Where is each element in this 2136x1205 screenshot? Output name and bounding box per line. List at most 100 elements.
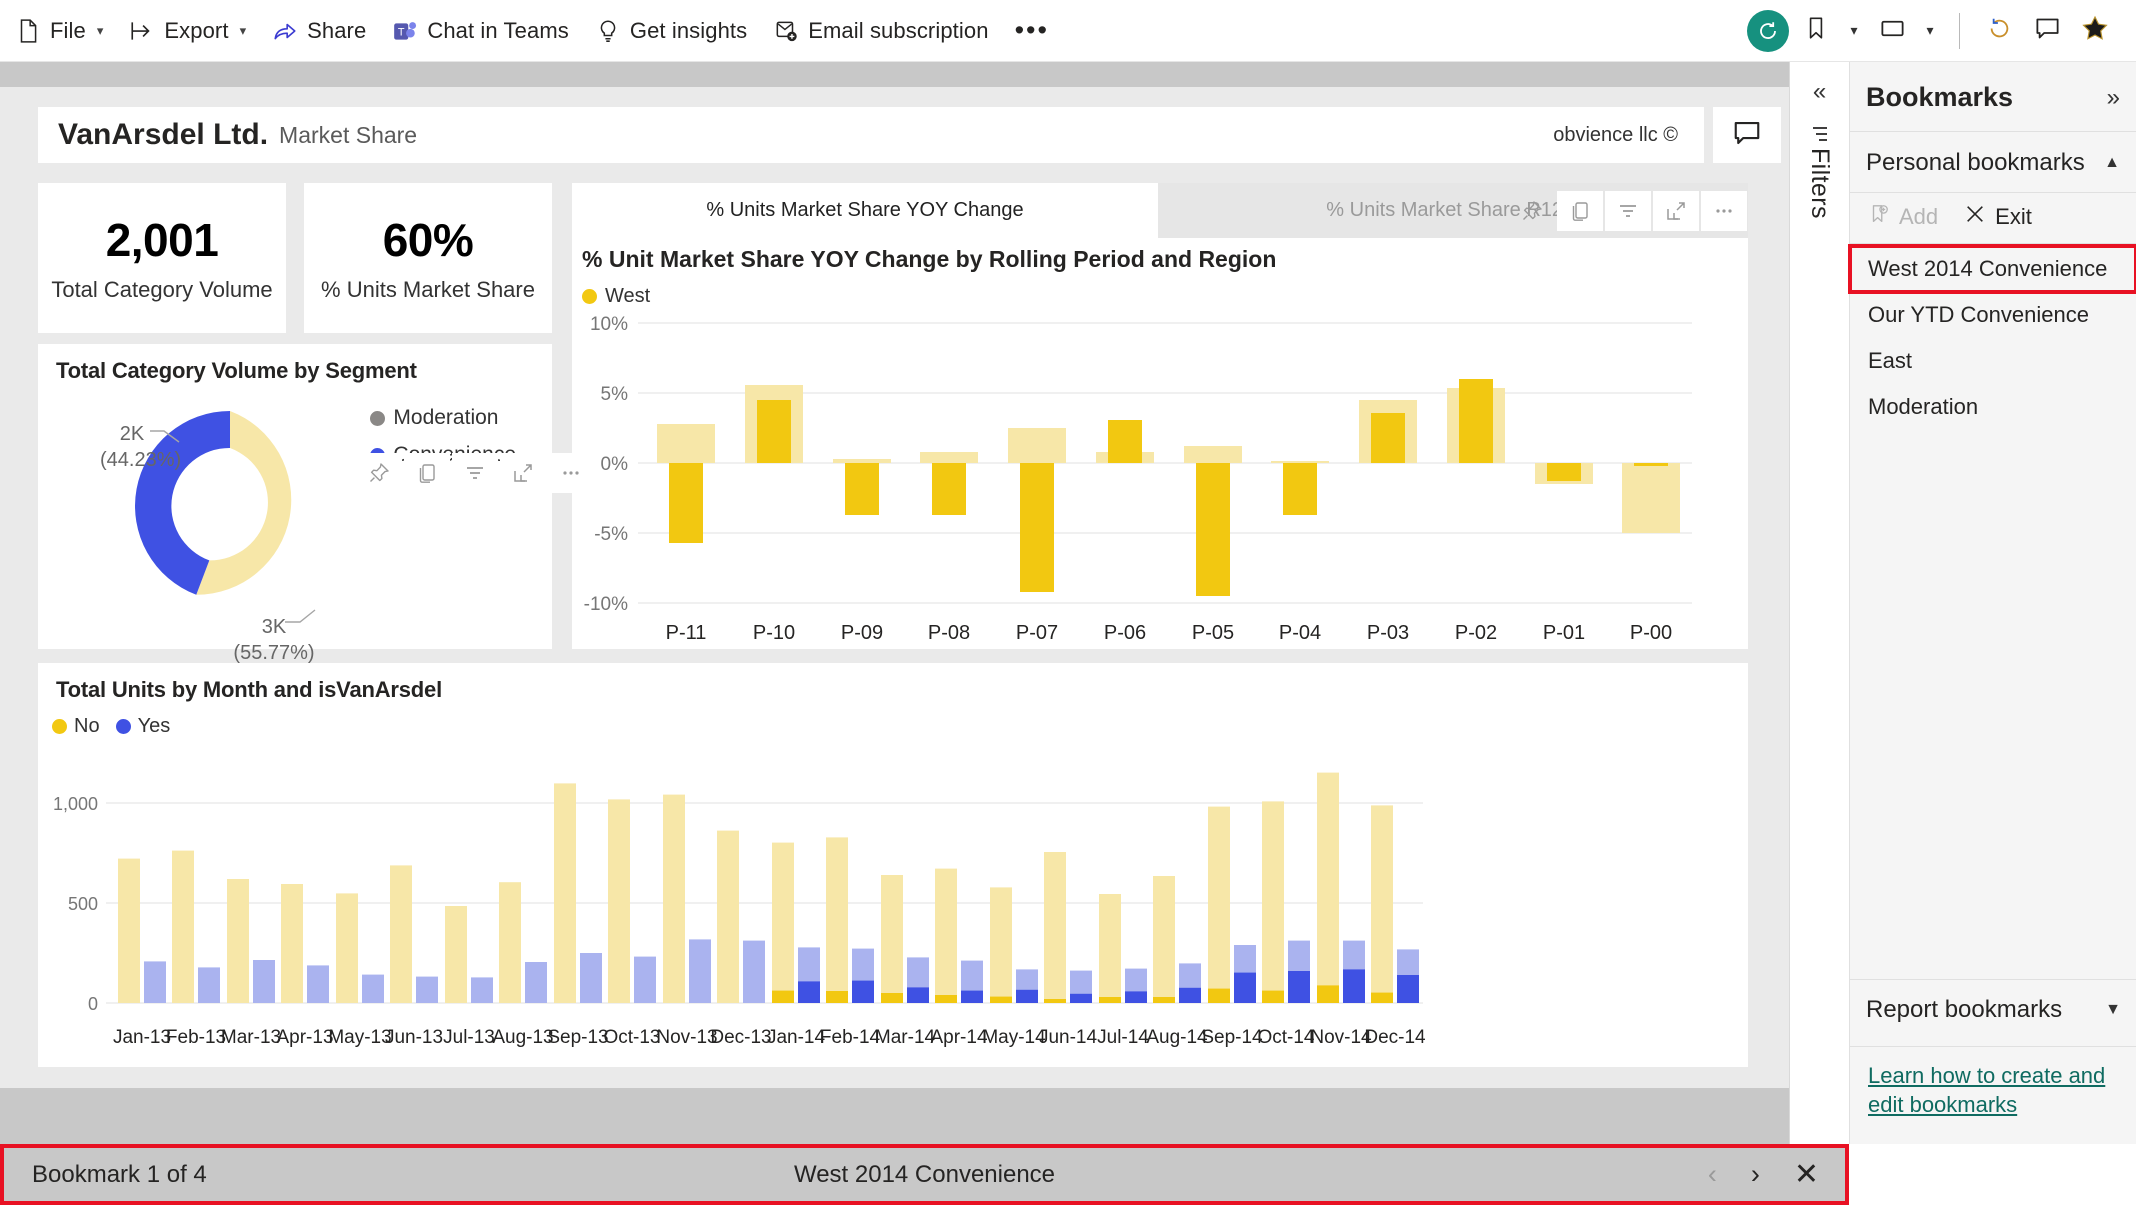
chevron-double-right-icon[interactable]: » <box>2107 84 2120 112</box>
bookmarks-button[interactable] <box>1793 8 1839 54</box>
svg-text:Sep-14: Sep-14 <box>1201 1027 1263 1048</box>
svg-text:P-00: P-00 <box>1630 622 1672 644</box>
pin-icon[interactable] <box>1509 191 1555 231</box>
filter-icon[interactable] <box>1605 191 1651 231</box>
svg-text:T: T <box>398 26 405 38</box>
add-bookmark-button[interactable]: Add <box>1868 203 1938 231</box>
svg-text:Aug-14: Aug-14 <box>1146 1027 1208 1048</box>
filters-rail[interactable]: « Filters <box>1789 62 1849 1144</box>
report-body: VanArsdel Ltd. Market Share obvience llc… <box>0 62 2136 1205</box>
visual-total-category-volume-by-segment[interactable]: Total Category Volume by Segment 2K (44.… <box>38 344 552 664</box>
chevron-double-left-icon[interactable]: « <box>1813 78 1826 106</box>
donut-value-label: 2K <box>119 423 145 445</box>
personal-bookmarks-section-header[interactable]: Personal bookmarks ▲ <box>1850 132 2136 192</box>
chat-in-teams-button[interactable]: T Chat in Teams <box>381 9 580 53</box>
chevron-down-icon: ▾ <box>239 22 247 38</box>
donut-percent-label: (55.77%) <box>233 642 315 664</box>
svg-text:Mar-13: Mar-13 <box>221 1027 281 1048</box>
svg-text:Oct-13: Oct-13 <box>603 1027 660 1048</box>
comment-icon <box>1732 118 1762 153</box>
report-comment-button[interactable] <box>1713 107 1781 163</box>
svg-text:Nov-14: Nov-14 <box>1310 1027 1372 1048</box>
share-icon <box>272 18 298 44</box>
legend-item-no[interactable]: No <box>52 715 100 738</box>
legend-label: Moderation <box>393 406 499 429</box>
email-subscription-button[interactable]: Email subscription <box>762 9 999 53</box>
close-icon <box>1964 203 1986 231</box>
report-header-tile: VanArsdel Ltd. Market Share obvience llc… <box>38 107 1704 163</box>
svg-text:Jul-14: Jul-14 <box>1097 1027 1149 1048</box>
bookmark-item-moderation[interactable]: Moderation <box>1850 384 2136 430</box>
reset-to-default-button[interactable] <box>1745 8 1791 54</box>
refresh-icon <box>1986 15 2013 47</box>
file-menu-button[interactable]: File ▾ <box>4 9 114 53</box>
export-menu-button[interactable]: Export ▾ <box>118 9 257 53</box>
bookmark-nav-controls: ‹ › ✕ <box>1708 1159 1845 1190</box>
bookmarks-caret-button[interactable]: ▾ <box>1841 8 1867 54</box>
legend-item-yes[interactable]: Yes <box>115 715 170 738</box>
bookmark-icon <box>1803 15 1829 46</box>
get-insights-button[interactable]: Get insights <box>584 9 758 53</box>
donut-value-label: 3K <box>261 616 287 638</box>
visual-total-units-by-month[interactable]: Total Units by Month and isVanArsdel No … <box>38 663 1748 1067</box>
comments-button[interactable] <box>2024 8 2070 54</box>
legend-item-moderation[interactable]: Moderation <box>370 406 516 430</box>
svg-text:P-03: P-03 <box>1367 622 1409 644</box>
svg-text:P-04: P-04 <box>1279 622 1321 644</box>
svg-text:Dec-14: Dec-14 <box>1364 1027 1426 1048</box>
view-caret-button[interactable]: ▾ <box>1917 8 1943 54</box>
kpi-card-units-market-share[interactable]: 60% % Units Market Share <box>304 183 552 333</box>
svg-text:Jun-14: Jun-14 <box>1039 1027 1098 1048</box>
svg-text:May-14: May-14 <box>982 1027 1046 1048</box>
chart-legend-units: No Yes <box>52 715 170 738</box>
bookmark-item-east[interactable]: East <box>1850 338 2136 384</box>
filter-icon[interactable] <box>452 453 498 493</box>
bookmarks-actions: Add Exit <box>1850 193 2136 243</box>
bookmark-item-west-2014-convenience[interactable]: West 2014 Convenience <box>1848 244 2136 294</box>
legend-swatch-icon <box>52 719 67 734</box>
refresh-button[interactable] <box>1976 8 2022 54</box>
svg-text:P-07: P-07 <box>1016 622 1058 644</box>
report-subtitle: Market Share <box>279 121 418 148</box>
svg-text:May-13: May-13 <box>328 1027 391 1048</box>
pin-icon[interactable] <box>356 453 402 493</box>
svg-text:5%: 5% <box>601 384 629 405</box>
svg-text:Feb-14: Feb-14 <box>820 1027 881 1048</box>
bookmark-item-our-ytd-convenience[interactable]: Our YTD Convenience <box>1850 292 2136 338</box>
comment-icon <box>2034 15 2061 47</box>
svg-text:Sep-13: Sep-13 <box>547 1027 608 1048</box>
tab-units-market-share-yoy-change[interactable]: % Units Market Share YOY Change <box>572 183 1158 238</box>
donut-label-moderation: 3K (55.77%) <box>231 614 317 666</box>
view-button[interactable] <box>1869 8 1915 54</box>
chevron-left-icon[interactable]: ‹ <box>1708 1161 1717 1188</box>
close-icon[interactable]: ✕ <box>1794 1159 1819 1190</box>
donut-label-convenience: 2K (44.23%) <box>100 421 181 473</box>
favorite-button[interactable] <box>2072 8 2118 54</box>
reset-icon <box>1747 9 1789 52</box>
copy-icon[interactable] <box>404 453 450 493</box>
visual-unit-market-share-yoy[interactable]: % Units Market Share YOY Change % Units … <box>572 183 1748 649</box>
report-bookmarks-section-header[interactable]: Report bookmarks ▼ <box>1850 979 2136 1040</box>
tab-label: % Units Market Share YOY Change <box>706 199 1024 221</box>
share-button[interactable]: Share <box>261 9 377 53</box>
kpi-label: Total Category Volume <box>51 277 273 302</box>
bookmarks-pane-title: Bookmarks <box>1866 82 2014 112</box>
file-label: File <box>50 17 86 43</box>
kpi-visual-header-actions <box>354 453 594 493</box>
more-commands-button[interactable]: ••• <box>1004 9 1060 53</box>
more-options-icon[interactable] <box>1701 191 1747 231</box>
focus-mode-icon[interactable] <box>1653 191 1699 231</box>
chevron-right-icon[interactable]: › <box>1751 1161 1760 1188</box>
exit-bookmark-button[interactable]: Exit <box>1964 203 2032 231</box>
svg-text:P-05: P-05 <box>1192 622 1234 644</box>
units-bar-chart: 1,000 500 0 Jan-13 Feb-13 Mar-13 Apr-13 … <box>53 772 1426 1048</box>
more-options-icon[interactable] <box>548 453 594 493</box>
copy-icon[interactable] <box>1557 191 1603 231</box>
svg-text:-5%: -5% <box>594 524 628 545</box>
svg-text:Oct-14: Oct-14 <box>1257 1027 1314 1048</box>
kpi-card-total-category-volume[interactable]: 2,001 Total Category Volume <box>38 183 286 333</box>
focus-mode-icon[interactable] <box>500 453 546 493</box>
chevron-down-icon: ▾ <box>1926 22 1934 38</box>
chart-visual-header-actions <box>1507 191 1747 231</box>
learn-bookmarks-link[interactable]: Learn how to create and edit bookmarks <box>1868 1063 2105 1118</box>
